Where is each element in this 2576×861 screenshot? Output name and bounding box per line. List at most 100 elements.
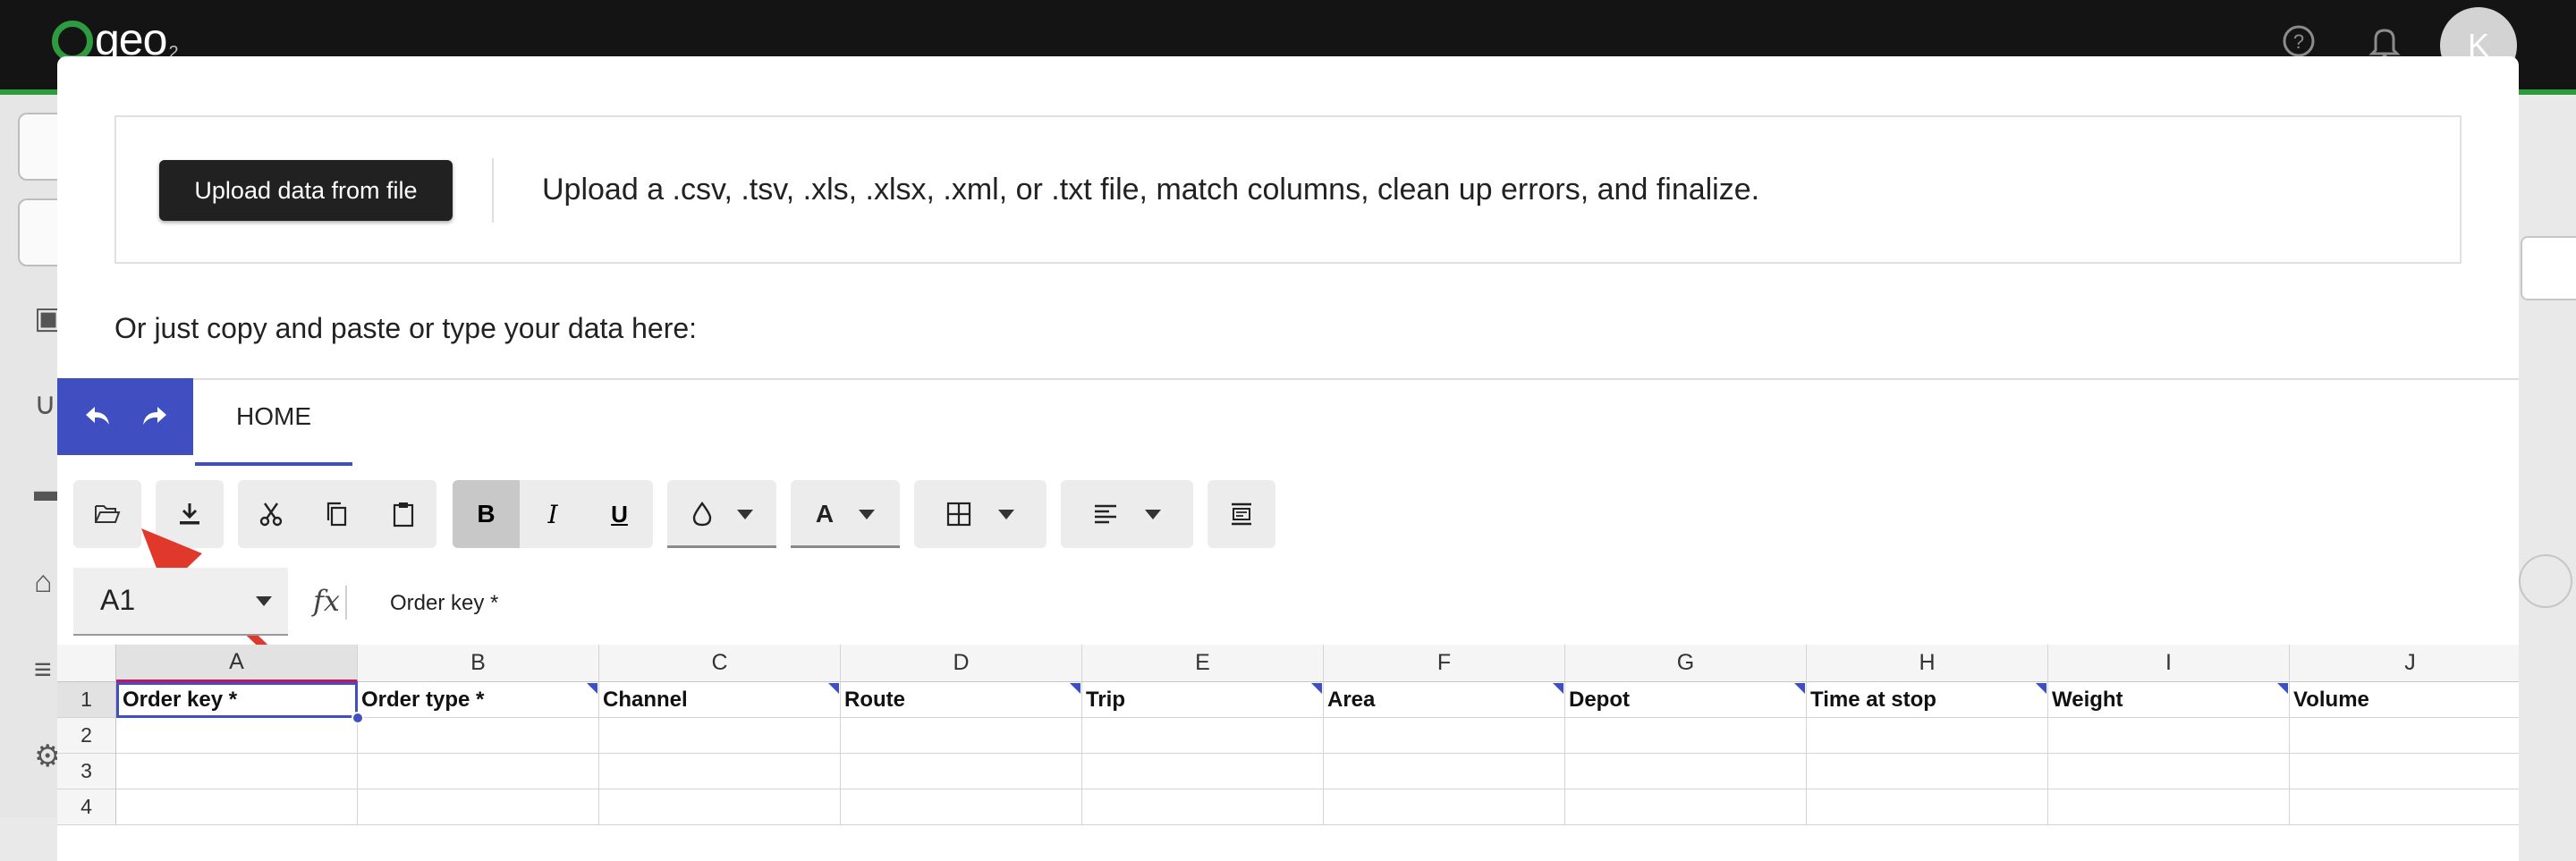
- underline-button[interactable]: U: [586, 480, 653, 548]
- empty-cell[interactable]: [1565, 789, 1807, 825]
- header-cell-label: Route: [844, 687, 905, 712]
- empty-cell[interactable]: [599, 789, 841, 825]
- cell-comment-marker-icon: [1311, 683, 1322, 694]
- empty-cell[interactable]: [116, 718, 358, 754]
- row-header[interactable]: 3: [57, 754, 116, 789]
- column-header[interactable]: D: [841, 645, 1082, 682]
- fill-handle[interactable]: [352, 712, 364, 724]
- empty-cell[interactable]: [1565, 718, 1807, 754]
- clipboard-icon: [393, 502, 414, 528]
- column-header[interactable]: A: [116, 645, 358, 682]
- header-cell[interactable]: Depot: [1565, 682, 1807, 718]
- empty-cell[interactable]: [2290, 718, 2519, 754]
- cell-comment-marker-icon: [2036, 683, 2046, 694]
- empty-cell[interactable]: [1807, 718, 2048, 754]
- column-header[interactable]: J: [2290, 645, 2519, 682]
- header-cell[interactable]: Order key *: [116, 682, 358, 718]
- column-header[interactable]: H: [1807, 645, 2048, 682]
- cell-comment-marker-icon: [1070, 683, 1080, 694]
- header-cell-label: Channel: [603, 687, 688, 712]
- background-input: [2521, 236, 2576, 300]
- empty-cell[interactable]: [1324, 718, 1565, 754]
- empty-cell[interactable]: [1324, 789, 1565, 825]
- header-cell[interactable]: Area: [1324, 682, 1565, 718]
- fill-color-indicator: [667, 545, 776, 548]
- empty-cell[interactable]: [2048, 789, 2290, 825]
- borders-icon: [946, 502, 971, 527]
- column-header[interactable]: I: [2048, 645, 2290, 682]
- header-cell[interactable]: Order type *: [358, 682, 599, 718]
- row-header[interactable]: 1: [57, 682, 116, 718]
- column-header[interactable]: C: [599, 645, 841, 682]
- header-cell[interactable]: Volume: [2290, 682, 2519, 718]
- cell-comment-marker-icon: [2277, 683, 2288, 694]
- empty-cell[interactable]: [1807, 754, 2048, 789]
- empty-cell[interactable]: [2290, 754, 2519, 789]
- formula-divider: [345, 586, 347, 620]
- upload-divider: [492, 158, 494, 223]
- empty-cell[interactable]: [1565, 754, 1807, 789]
- svg-text:?: ?: [2293, 30, 2304, 53]
- empty-cell[interactable]: [2048, 754, 2290, 789]
- tab-home[interactable]: HOME: [195, 378, 352, 455]
- empty-cell[interactable]: [116, 789, 358, 825]
- column-header[interactable]: E: [1082, 645, 1324, 682]
- empty-cell[interactable]: [1324, 754, 1565, 789]
- header-cell[interactable]: Trip: [1082, 682, 1324, 718]
- text-style-group: B I U: [453, 480, 653, 548]
- header-cell-label: Area: [1327, 687, 1376, 712]
- formula-input[interactable]: Order key *: [390, 591, 498, 616]
- name-box[interactable]: A1: [73, 568, 288, 636]
- empty-cell[interactable]: [2290, 789, 2519, 825]
- chevron-down-icon: [1145, 509, 1161, 519]
- ribbon-divider: [57, 378, 2519, 380]
- tab-home-indicator: [195, 462, 352, 466]
- empty-cell[interactable]: [1807, 789, 2048, 825]
- copy-button[interactable]: [304, 480, 370, 548]
- empty-cell[interactable]: [841, 754, 1082, 789]
- align-button[interactable]: [1061, 480, 1193, 548]
- header-cell[interactable]: Route: [841, 682, 1082, 718]
- empty-cell[interactable]: [358, 718, 599, 754]
- column-header[interactable]: F: [1324, 645, 1565, 682]
- header-cell-label: Trip: [1086, 687, 1126, 712]
- empty-cell[interactable]: [599, 718, 841, 754]
- name-box-value: A1: [100, 584, 136, 616]
- empty-cell[interactable]: [358, 789, 599, 825]
- undo-icon[interactable]: [75, 394, 120, 439]
- home-icon: ⌂: [34, 565, 53, 599]
- empty-cell[interactable]: [1082, 754, 1324, 789]
- route-icon: ∪: [34, 387, 56, 421]
- empty-cell[interactable]: [1082, 789, 1324, 825]
- row-header[interactable]: 2: [57, 718, 116, 754]
- paste-instruction: Or just copy and paste or type your data…: [114, 312, 698, 344]
- checklist-icon: ≡: [34, 653, 52, 687]
- paste-button[interactable]: [370, 480, 436, 548]
- empty-cell[interactable]: [2048, 718, 2290, 754]
- cell-comment-marker-icon: [1553, 683, 1563, 694]
- row-header[interactable]: 4: [57, 789, 116, 825]
- italic-button[interactable]: I: [520, 480, 586, 548]
- redo-icon[interactable]: [132, 394, 177, 439]
- folder-open-icon: [95, 505, 121, 523]
- empty-cell[interactable]: [841, 789, 1082, 825]
- empty-cell[interactable]: [358, 754, 599, 789]
- bold-button[interactable]: B: [453, 480, 520, 548]
- chevron-down-icon: [859, 509, 876, 519]
- header-cell[interactable]: Weight: [2048, 682, 2290, 718]
- wrap-text-button[interactable]: [1208, 480, 1275, 548]
- empty-cell[interactable]: [116, 754, 358, 789]
- column-header[interactable]: G: [1565, 645, 1807, 682]
- borders-button[interactable]: [914, 480, 1046, 548]
- header-cell[interactable]: Channel: [599, 682, 841, 718]
- empty-cell[interactable]: [1082, 718, 1324, 754]
- font-color-button[interactable]: A: [791, 480, 900, 548]
- column-header[interactable]: B: [358, 645, 599, 682]
- header-cell-label: Volume: [2293, 687, 2369, 712]
- empty-cell[interactable]: [841, 718, 1082, 754]
- upload-file-button[interactable]: Upload data from file: [159, 160, 453, 221]
- header-cell[interactable]: Time at stop: [1807, 682, 2048, 718]
- select-all-corner[interactable]: [57, 645, 116, 682]
- empty-cell[interactable]: [599, 754, 841, 789]
- fill-color-button[interactable]: [667, 480, 776, 548]
